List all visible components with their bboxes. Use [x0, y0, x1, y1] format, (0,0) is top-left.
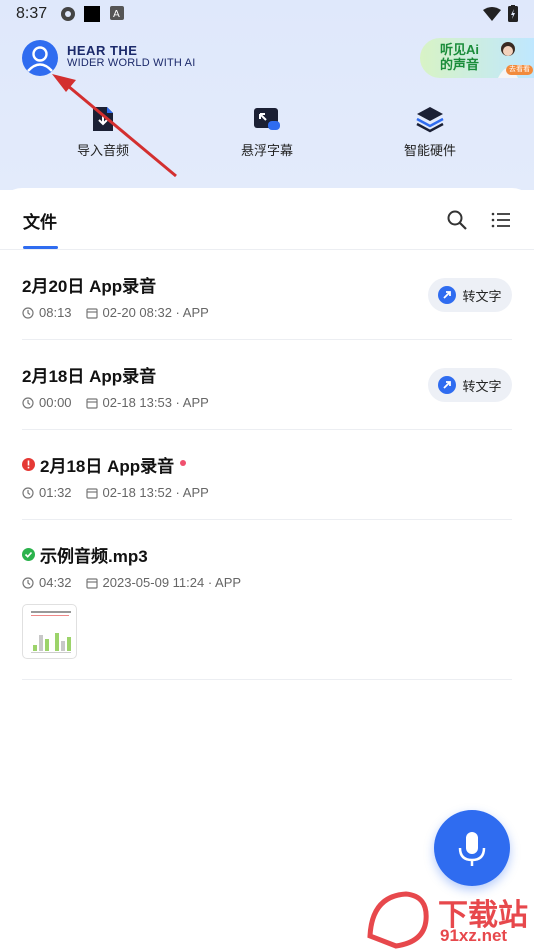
- item-duration: 04:32: [39, 575, 72, 590]
- item-title: 2月18日 App录音: [22, 362, 156, 387]
- search-icon[interactable]: [446, 209, 468, 231]
- microphone-icon: [458, 832, 486, 866]
- tab-bar: 文件: [0, 188, 534, 250]
- item-meta: 08:13 02-20 08:32 · APP: [22, 305, 209, 320]
- transcribe-button[interactable]: 转文字: [428, 368, 512, 402]
- brand-slogan: HEAR THE WIDER WORLD WITH AI: [67, 44, 195, 70]
- promo-line-1: 听见Ai: [440, 42, 480, 57]
- promo-banner[interactable]: 听见Ai 的声音 去看看: [420, 38, 534, 78]
- floating-subtitle-button[interactable]: 悬浮字幕: [207, 104, 327, 159]
- list-item[interactable]: 2月20日 App录音 08:13 02-20 08:32 · APP 转文字: [22, 250, 512, 340]
- import-audio-icon: [88, 104, 118, 134]
- attachment-thumbnail[interactable]: [22, 604, 77, 659]
- status-bar: 8:37 A: [0, 0, 534, 28]
- item-meta: 00:00 02-18 13:53 · APP: [22, 395, 209, 410]
- arrow-up-right-icon: [438, 376, 457, 394]
- item-meta: 01:32 02-18 13:52 · APP: [22, 485, 209, 500]
- item-date: 2023-05-09 11:24 · APP: [102, 575, 242, 590]
- thumbnail-image: [31, 611, 71, 653]
- notification-square-icon: [84, 6, 100, 22]
- status-time: 8:37: [16, 5, 48, 22]
- item-duration: 08:13: [39, 305, 72, 320]
- tab-files-underline: [23, 246, 58, 249]
- file-list: 2月20日 App录音 08:13 02-20 08:32 · APP 转文字 …: [22, 250, 512, 680]
- user-icon: [27, 46, 53, 72]
- unread-dot: [180, 459, 187, 466]
- item-meta: 04:32 2023-05-09 11:24 · APP: [22, 575, 241, 590]
- calendar-icon: [85, 307, 98, 319]
- item-date: 02-18 13:52 · APP: [102, 485, 209, 500]
- import-audio-label: 导入音频: [76, 143, 129, 158]
- watermark-url: 91xz.net: [440, 926, 508, 945]
- item-title-text: 2月20日 App录音: [22, 277, 157, 296]
- transcribe-label: 转文字: [462, 288, 502, 304]
- calendar-icon: [85, 577, 98, 589]
- list-item[interactable]: 2月18日 App录音 01:32 02-18 13:52 · APP: [22, 430, 512, 520]
- clock-icon: [22, 306, 34, 319]
- import-audio-button[interactable]: 导入音频: [43, 104, 163, 159]
- header-background: [0, 0, 534, 190]
- svg-text:A: A: [113, 9, 120, 20]
- clock-icon: [22, 396, 34, 409]
- error-icon: [22, 458, 35, 471]
- item-title-text: 2月18日 App录音: [22, 367, 157, 386]
- calendar-icon: [85, 397, 98, 409]
- battery-icon: [508, 5, 518, 22]
- list-item[interactable]: 示例音频.mp3 04:32 2023-05-09 11:24 · APP: [22, 520, 512, 680]
- calendar-icon: [85, 487, 98, 499]
- item-title-text: 2月18日 App录音: [40, 457, 175, 476]
- item-duration: 01:32: [39, 485, 72, 500]
- transcribe-button[interactable]: 转文字: [428, 278, 512, 312]
- item-title: 2月20日 App录音: [22, 272, 156, 297]
- smart-hardware-label: 智能硬件: [403, 143, 456, 158]
- arrow-up-right-icon: [438, 286, 457, 304]
- transcribe-label: 转文字: [462, 378, 502, 394]
- item-title-text: 示例音频.mp3: [40, 547, 148, 566]
- floating-subtitle-icon: [252, 104, 282, 134]
- clock-icon: [22, 576, 34, 589]
- item-duration: 00:00: [39, 395, 72, 410]
- verified-icon: [22, 548, 35, 561]
- floating-subtitle-label: 悬浮字幕: [240, 143, 293, 158]
- brand-line-1: HEAR THE: [67, 43, 138, 58]
- list-item[interactable]: 2月18日 App录音 00:00 02-18 13:53 · APP 转文字: [22, 340, 512, 430]
- list-view-icon[interactable]: [490, 209, 512, 231]
- item-date: 02-20 08:32 · APP: [102, 305, 209, 320]
- app-notification-icon: [61, 7, 75, 21]
- promo-text: 听见Ai 的声音: [440, 42, 479, 72]
- promo-badge: 去看看: [506, 65, 533, 75]
- promo-line-2: 的声音: [440, 57, 480, 72]
- site-watermark: 下载站 91xz.net: [366, 886, 534, 950]
- tab-files[interactable]: 文件: [23, 208, 57, 233]
- record-button[interactable]: [434, 810, 510, 886]
- item-title: 示例音频.mp3: [22, 542, 148, 567]
- item-title: 2月18日 App录音: [22, 452, 187, 477]
- brand-line-2: WIDER WORLD WITH AI: [67, 57, 196, 69]
- notification-a-icon: A: [110, 6, 124, 20]
- clock-icon: [22, 486, 34, 499]
- smart-hardware-icon: [415, 104, 445, 134]
- item-date: 02-18 13:53 · APP: [102, 395, 209, 410]
- wifi-icon: [483, 7, 501, 21]
- user-avatar[interactable]: [22, 40, 58, 76]
- smart-hardware-button[interactable]: 智能硬件: [370, 104, 490, 159]
